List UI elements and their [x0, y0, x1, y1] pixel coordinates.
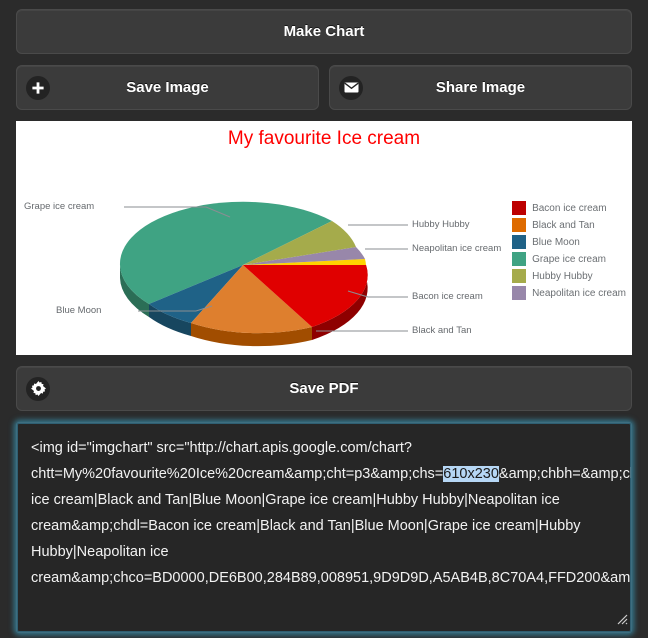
callout-black-and-tan: Black and Tan — [412, 325, 472, 336]
legend-swatch — [512, 286, 527, 300]
save-pdf-button[interactable]: Save PDF — [16, 366, 632, 411]
legend-label: Black and Tan — [532, 219, 595, 231]
legend-label: Neapolitan ice cream — [532, 287, 626, 299]
legend-label: Hubby Hubby — [532, 270, 593, 282]
legend-item: Neapolitan ice cream — [512, 286, 626, 300]
chart-legend: Bacon ice cream Black and Tan Blue Moon … — [512, 201, 626, 300]
callout-bacon-ice-cream: Bacon ice cream — [412, 291, 483, 302]
code-output-wrapper: <img id="imgchart" src="http://chart.api… — [16, 422, 632, 633]
legend-item: Grape ice cream — [512, 252, 626, 266]
legend-swatch — [512, 269, 527, 283]
callout-blue-moon: Blue Moon — [56, 305, 102, 316]
gear-icon — [26, 376, 50, 401]
legend-swatch — [512, 201, 527, 215]
image-action-row: Save Image Share Image — [16, 65, 632, 110]
callout-grape-ice-cream: Grape ice cream — [24, 201, 95, 212]
legend-item: Black and Tan — [512, 218, 626, 232]
envelope-icon — [339, 75, 363, 100]
legend-label: Blue Moon — [532, 236, 580, 248]
share-image-label: Share Image — [435, 79, 526, 96]
save-image-label: Save Image — [126, 79, 209, 96]
plus-icon — [26, 75, 50, 100]
share-image-button[interactable]: Share Image — [329, 65, 632, 110]
make-chart-button[interactable]: Make Chart — [16, 9, 632, 54]
save-pdf-label: Save PDF — [289, 380, 359, 397]
legend-swatch — [512, 235, 527, 249]
legend-item: Bacon ice cream — [512, 201, 626, 215]
code-part-2: &amp;chbh=&amp;chxt=x,y&amp;chd=t:14.9,1… — [31, 466, 631, 586]
code-selected-size[interactable]: 610x230 — [443, 466, 499, 482]
legend-label: Bacon ice cream — [532, 202, 607, 214]
save-image-button[interactable]: Save Image — [16, 65, 319, 110]
app-root: Make Chart Save Image Share Image My fav… — [0, 0, 648, 638]
chart-code-textarea[interactable]: <img id="imgchart" src="http://chart.api… — [16, 422, 632, 633]
legend-swatch — [512, 252, 527, 266]
chart-panel: My favourite Ice cream Grape ice cream B… — [16, 121, 632, 355]
callout-hubby-hubby: Hubby Hubby — [412, 219, 470, 230]
callout-neapolitan-ice-cream: Neapolitan ice cream — [412, 243, 502, 254]
code-part-1: <img id="imgchart" src="http://chart.api… — [31, 440, 444, 482]
legend-item: Blue Moon — [512, 235, 626, 249]
make-chart-label: Make Chart — [283, 23, 365, 40]
legend-item: Hubby Hubby — [512, 269, 626, 283]
legend-swatch — [512, 218, 527, 232]
legend-label: Grape ice cream — [532, 253, 606, 265]
